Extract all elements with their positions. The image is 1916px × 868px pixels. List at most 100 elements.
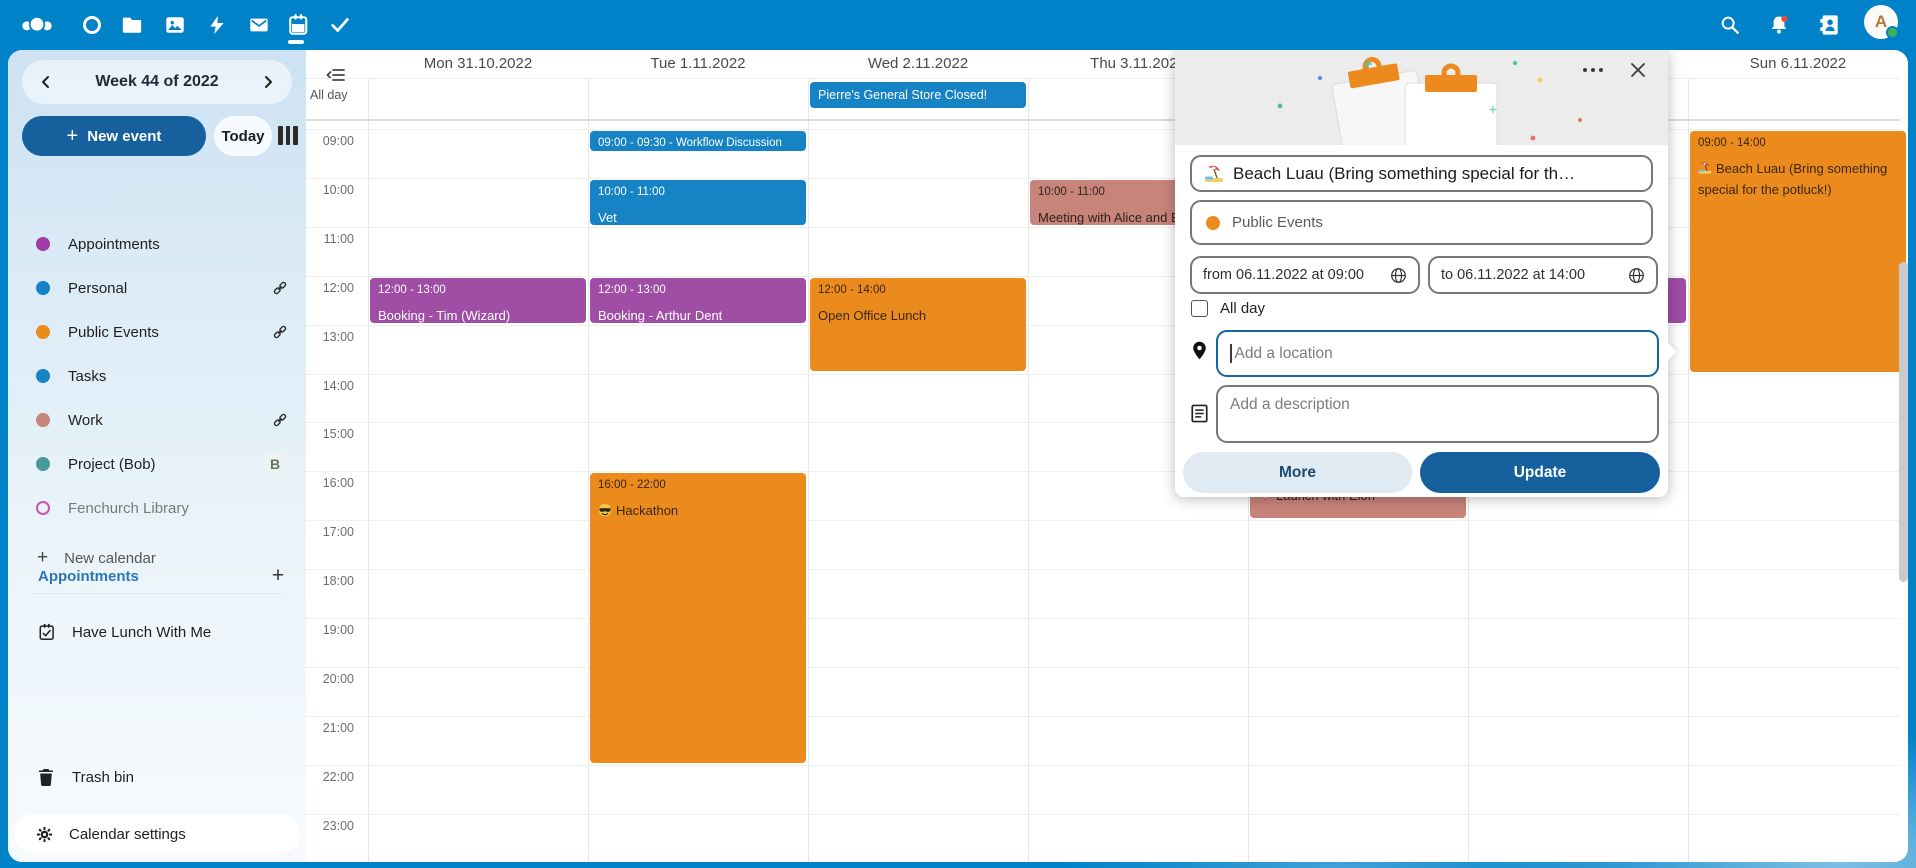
contacts-app-icon[interactable]: [1812, 8, 1846, 42]
trash-icon: [36, 768, 56, 786]
appointments-heading: Appointments: [38, 568, 139, 585]
cool-face-emoji-icon: [598, 503, 612, 517]
calendar-event[interactable]: 10:00 - 11:00Vet: [590, 180, 806, 225]
day-header: Sun 6.11.2022: [1688, 50, 1908, 78]
calendar-select-value: Public Events: [1232, 214, 1323, 231]
description-textarea[interactable]: Add a description: [1216, 385, 1659, 443]
day-header: Tue 1.11.2022: [588, 50, 808, 78]
event-time: 16:00 - 22:00: [598, 478, 798, 493]
week-navigation: Week 44 of 2022: [22, 60, 292, 104]
week-label: Week 44 of 2022: [95, 73, 218, 91]
new-event-button[interactable]: + New event: [22, 116, 206, 156]
plus-icon: +: [37, 547, 48, 569]
next-week-button[interactable]: [254, 68, 282, 96]
allday-row-label: All day: [310, 88, 348, 102]
time-label: 19:00: [306, 623, 354, 637]
share-link-icon[interactable]: [272, 324, 288, 340]
location-input[interactable]: Add a location: [1216, 330, 1659, 377]
event-title-value: Beach Luau (Bring something special for …: [1233, 164, 1575, 184]
sidebar-divider: [32, 593, 282, 594]
beach-emoji-icon: [1204, 164, 1224, 184]
calendar-settings-button[interactable]: Calendar settings: [14, 814, 300, 854]
calendar-list-item[interactable]: Personal: [22, 268, 298, 308]
time-label: 17:00: [306, 525, 354, 539]
location-pin-icon: [1192, 341, 1207, 365]
view-toggle-icon[interactable]: [278, 126, 300, 146]
today-button[interactable]: Today: [214, 116, 272, 156]
allday-event[interactable]: Pierre's General Store Closed!: [810, 82, 1026, 108]
calendar-name: Tasks: [68, 368, 288, 385]
share-link-icon[interactable]: [272, 412, 288, 428]
update-button[interactable]: Update: [1420, 452, 1660, 493]
appointment-item[interactable]: Have Lunch With Me: [22, 612, 298, 652]
time-label: 14:00: [306, 379, 354, 393]
allday-checkbox[interactable]: [1191, 300, 1208, 317]
calendar-list-item[interactable]: Work: [22, 400, 298, 440]
from-datetime-field[interactable]: from 06.11.2022 at 09:00: [1190, 256, 1420, 294]
nextcloud-logo-icon[interactable]: [20, 8, 54, 42]
calendar-name: Appointments: [68, 236, 288, 253]
calendar-list-item[interactable]: Project (Bob)B: [22, 444, 298, 484]
close-icon[interactable]: [1626, 58, 1650, 82]
calendar-event[interactable]: 12:00 - 14:00Open Office Lunch: [810, 278, 1026, 372]
time-label: 23:00: [306, 819, 354, 833]
previous-week-button[interactable]: [32, 68, 60, 96]
calendar-event[interactable]: 16:00 - 22:00Hackathon: [590, 473, 806, 762]
calendar-color-dot: [36, 413, 50, 427]
notifications-bell-icon[interactable]: [1762, 8, 1796, 42]
trash-bin-item[interactable]: Trash bin: [22, 757, 298, 797]
photos-app-icon[interactable]: [158, 8, 192, 42]
location-placeholder: Add a location: [1235, 345, 1333, 363]
time-label: 20:00: [306, 672, 354, 686]
time-label: 21:00: [306, 721, 354, 735]
event-title: Booking - Tim (Wizard): [378, 305, 578, 323]
column-divider: [1028, 78, 1029, 862]
more-button[interactable]: More: [1183, 452, 1412, 493]
calendar-name: Project (Bob): [68, 456, 262, 473]
column-divider: [1688, 78, 1689, 862]
column-divider: [588, 78, 589, 862]
timezone-globe-icon[interactable]: [1390, 267, 1407, 284]
calendar-event[interactable]: 12:00 - 13:00Booking - Arthur Dent: [590, 278, 806, 323]
more-actions-icon[interactable]: [1580, 62, 1606, 78]
circle-app-icon[interactable]: [75, 8, 109, 42]
calendar-color-dot: [1206, 216, 1220, 230]
search-icon[interactable]: [1713, 8, 1747, 42]
allday-option: All day: [1191, 300, 1265, 317]
calendar-event[interactable]: 09:00 - 09:30 - Workflow Discussion: [590, 131, 806, 151]
calendar-name: Public Events: [68, 324, 272, 341]
activity-app-icon[interactable]: [200, 8, 234, 42]
tasks-app-icon[interactable]: [323, 8, 357, 42]
calendar-list-item[interactable]: Fenchurch Library: [22, 488, 298, 528]
calendar-list-item[interactable]: Appointments: [22, 224, 298, 264]
time-label: 10:00: [306, 183, 354, 197]
time-label: 11:00: [306, 232, 354, 246]
time-label: 22:00: [306, 770, 354, 784]
calendar-event[interactable]: 12:00 - 13:00Booking - Tim (Wizard): [370, 278, 586, 323]
calendar-color-dot: [36, 501, 50, 515]
vertical-scrollbar[interactable]: [1899, 262, 1908, 582]
calendar-name: Fenchurch Library: [68, 500, 288, 517]
mail-app-icon[interactable]: [242, 8, 276, 42]
event-time: 09:00 - 09:30 - Workflow Discussion: [598, 136, 798, 151]
event-time: 10:00 - 11:00: [598, 185, 798, 200]
status-online-dot: [1886, 26, 1899, 39]
calendar-list-item[interactable]: Tasks: [22, 356, 298, 396]
calendar-list-item[interactable]: Public Events: [22, 312, 298, 352]
files-app-icon[interactable]: [115, 8, 149, 42]
plus-icon: +: [67, 126, 79, 146]
event-title-input[interactable]: Beach Luau (Bring something special for …: [1190, 155, 1653, 192]
avatar-letter: A: [1875, 12, 1887, 32]
day-header: Wed 2.11.2022: [808, 50, 1028, 78]
add-appointment-button[interactable]: +: [266, 564, 290, 588]
to-datetime-field[interactable]: to 06.11.2022 at 14:00: [1428, 256, 1658, 294]
time-label: 12:00: [306, 281, 354, 295]
share-link-icon[interactable]: [272, 280, 288, 296]
calendar-select[interactable]: Public Events: [1190, 200, 1653, 245]
timezone-globe-icon[interactable]: [1628, 267, 1645, 284]
sidebar: Week 44 of 2022 + New event Today Appoin…: [8, 50, 306, 862]
calendar-app-icon[interactable]: [281, 8, 315, 42]
calendar-event[interactable]: 09:00 - 14:00Beach Luau (Bring something…: [1690, 131, 1906, 372]
time-label: 09:00: [306, 134, 354, 148]
calendar-color-dot: [36, 369, 50, 383]
